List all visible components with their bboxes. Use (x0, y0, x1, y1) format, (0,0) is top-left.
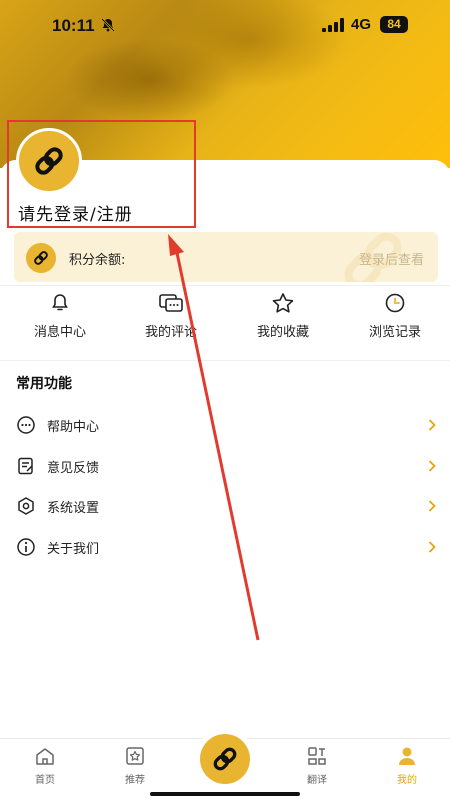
network-type: 4G (351, 16, 372, 33)
points-balance-card[interactable]: 积分余额: 登录后查看 (14, 232, 438, 282)
tab-translate[interactable]: 翻译 (272, 745, 362, 786)
chevron-right-icon (428, 419, 436, 431)
points-icon (26, 243, 56, 273)
chevron-right-icon (428, 460, 436, 472)
comment-icon (159, 294, 183, 312)
chevron-right-icon (428, 500, 436, 512)
feedback-icon (18, 457, 33, 475)
clock-icon (385, 293, 405, 313)
link-icon (213, 747, 237, 771)
bell-off-icon (101, 18, 115, 32)
bell-icon (52, 294, 68, 311)
menu-item-label: 帮助中心 (47, 420, 100, 435)
quick-action-comments[interactable]: 我的评论 (116, 292, 226, 340)
quick-action-label: 我的评论 (144, 325, 197, 340)
tab-label: 我的 (397, 775, 417, 786)
home-indicator (150, 792, 300, 796)
menu-item-label: 关于我们 (47, 542, 100, 557)
tab-label: 首页 (35, 775, 55, 786)
menu-item-help-center[interactable]: 帮助中心 (0, 405, 450, 445)
status-bar: 10:11 4G 84 (0, 0, 450, 50)
menu-item-settings[interactable]: 系统设置 (0, 486, 450, 526)
tab-home[interactable]: 首页 (0, 745, 90, 786)
menu-item-label: 意见反馈 (47, 461, 100, 476)
points-hint: 登录后查看 (358, 253, 424, 268)
tab-label: 翻译 (307, 775, 327, 786)
menu-item-label: 系统设置 (47, 501, 100, 516)
user-icon (399, 747, 415, 765)
center-link-button[interactable] (195, 729, 255, 789)
quick-action-label: 我的收藏 (256, 325, 309, 340)
annotation-highlight-box (7, 120, 196, 228)
section-title: 常用功能 (16, 376, 72, 392)
signal-icon (322, 18, 344, 32)
quick-action-favorites[interactable]: 我的收藏 (228, 292, 338, 340)
divider (0, 285, 450, 286)
quick-action-history[interactable]: 浏览记录 (340, 292, 450, 340)
menu-item-about[interactable]: 关于我们 (0, 527, 450, 567)
quick-action-label: 浏览记录 (368, 325, 421, 340)
info-icon (17, 538, 35, 556)
battery-indicator: 84 (380, 16, 408, 33)
divider (0, 360, 450, 361)
status-time: 10:11 (52, 16, 95, 35)
points-label: 积分余额: (69, 253, 126, 268)
dots-circle-icon (17, 416, 35, 434)
settings-icon (18, 497, 34, 515)
translate-icon (308, 747, 326, 765)
recommend-icon (126, 747, 144, 765)
tab-mine[interactable]: 我的 (362, 745, 450, 786)
home-icon (36, 748, 54, 765)
tab-recommend[interactable]: 推荐 (90, 745, 180, 786)
tab-label: 推荐 (125, 775, 145, 786)
chevron-right-icon (428, 541, 436, 553)
menu-item-feedback[interactable]: 意见反馈 (0, 446, 450, 486)
star-icon (272, 293, 294, 313)
quick-action-label: 消息中心 (33, 325, 86, 340)
quick-action-messages[interactable]: 消息中心 (5, 292, 115, 340)
